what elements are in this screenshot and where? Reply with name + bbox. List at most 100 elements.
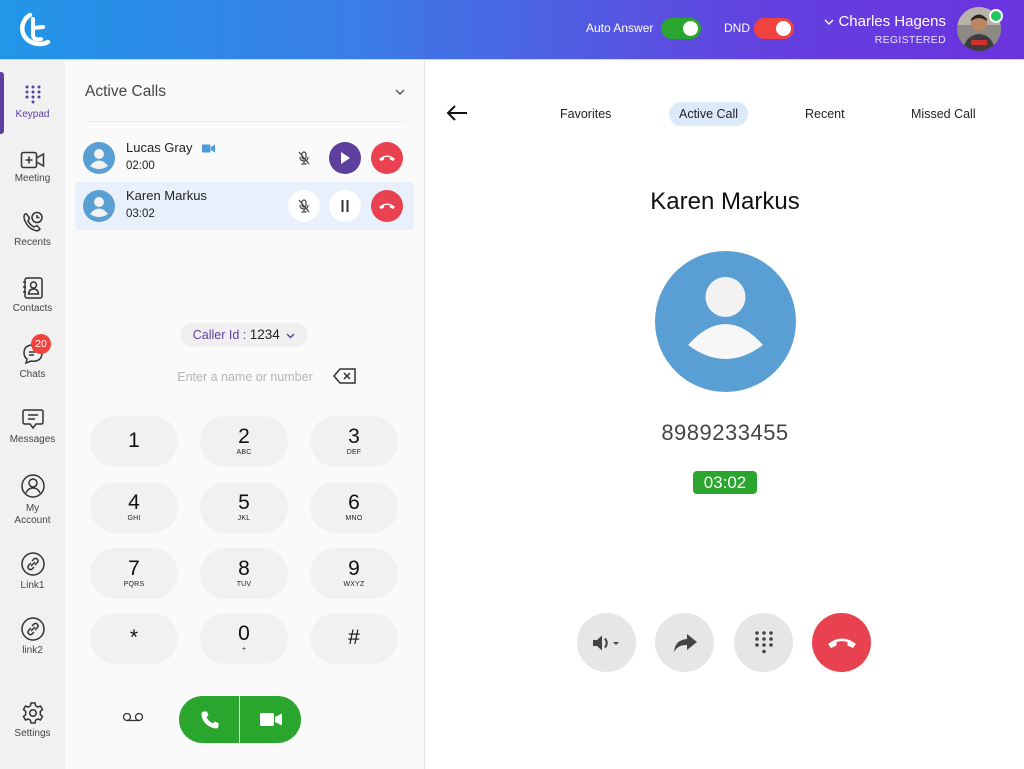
dialpad-icon [754, 630, 773, 653]
tab-favorites[interactable]: Favorites [550, 102, 621, 126]
mic-off-icon [298, 151, 310, 165]
key-letters: TUV [236, 581, 252, 588]
link-icon [20, 552, 45, 576]
keypad-key[interactable]: 2 ABC [200, 416, 288, 467]
sidebar-item-link2[interactable]: link2 [0, 616, 65, 656]
sidebar-item-keypad[interactable]: Keypad [0, 84, 65, 120]
keypad-key[interactable]: 1 [90, 416, 178, 467]
mute-button[interactable] [288, 142, 320, 174]
call-duration: 02:00 [126, 160, 155, 172]
sidebar-item-label: Messages [9, 434, 56, 445]
chevron-down-icon [824, 19, 834, 25]
call-duration: 03:02 [126, 208, 155, 220]
link-icon [20, 617, 45, 641]
keypad-key[interactable]: 3 DEF [310, 416, 398, 467]
keypad-key[interactable]: 0 + [200, 613, 288, 664]
key-letters: DEF [346, 449, 362, 456]
sidebar-item-messages[interactable]: Messages [0, 407, 65, 445]
call-contact-name: Karen Markus [126, 188, 207, 203]
auto-answer-toggle[interactable] [661, 18, 701, 39]
sidebar-item-label: Chats [19, 369, 46, 380]
key-digit: # [348, 626, 360, 649]
number-input[interactable] [155, 367, 335, 387]
dnd-label: DND [724, 21, 750, 35]
sidebar-item-label: link2 [22, 645, 43, 656]
tab-active-call[interactable]: Active Call [669, 102, 749, 126]
dnd-toggle[interactable] [754, 18, 794, 39]
hangup-button[interactable] [371, 190, 403, 222]
caller-id-label: Caller Id : [192, 328, 247, 342]
sidebar-item-link1[interactable]: Link1 [0, 551, 65, 591]
key-letters: MNO [345, 515, 363, 522]
key-digit: 3 [348, 425, 360, 448]
chevron-down-icon[interactable] [395, 89, 405, 96]
contact-avatar [83, 190, 115, 222]
backspace-icon[interactable] [333, 367, 357, 385]
call-timer: 03:02 [693, 471, 757, 494]
active-calls-title: Active Calls [85, 83, 166, 100]
back-arrow-icon[interactable] [446, 104, 468, 122]
caller-avatar [655, 251, 796, 392]
forward-call-button[interactable] [655, 613, 714, 672]
sidebar-item-contacts[interactable]: Contacts [0, 276, 65, 314]
message-icon [21, 409, 44, 430]
caller-id-select[interactable]: Caller Id : 1234 [180, 323, 308, 347]
keypad-key[interactable]: 9 WXYZ [310, 548, 398, 599]
pause-icon [341, 200, 349, 212]
sidebar: Keypad Meeting Recents Contacts 20 Chats… [0, 60, 65, 769]
active-call-item[interactable]: Lucas Gray 02:00 [75, 134, 414, 182]
sidebar-item-meeting[interactable]: Meeting [0, 150, 65, 184]
keypad-key[interactable]: * [90, 613, 178, 664]
sidebar-item-label-line2: Account [14, 515, 51, 526]
keypad-key[interactable]: 4 GHI [90, 482, 178, 533]
voicemail-icon[interactable] [122, 712, 144, 722]
sidebar-item-label: Recents [14, 237, 51, 248]
hangup-icon [827, 638, 856, 648]
video-call-button[interactable] [240, 696, 301, 743]
resume-call-button[interactable] [329, 142, 361, 174]
phone-icon [201, 711, 218, 728]
sidebar-item-chats[interactable]: 20 Chats [0, 334, 65, 380]
end-call-button[interactable] [812, 613, 871, 672]
tab-missed-call[interactable]: Missed Call [901, 102, 986, 126]
keypad-key[interactable]: # [310, 613, 398, 664]
dialpad-button[interactable] [734, 613, 793, 672]
key-letters: PQRS [123, 581, 145, 588]
audio-call-button[interactable] [179, 696, 240, 743]
key-letters: GHI [127, 515, 141, 522]
speaker-icon [592, 635, 619, 650]
app-logo[interactable] [18, 11, 56, 49]
keypad-key[interactable]: 5 JKL [200, 482, 288, 533]
contact-avatar [83, 142, 115, 174]
contact-book-icon [22, 277, 43, 299]
video-plus-icon [20, 151, 44, 169]
mute-button[interactable] [288, 190, 320, 222]
hangup-button[interactable] [371, 142, 403, 174]
sidebar-item-label: Link1 [20, 580, 45, 591]
active-call-item[interactable]: Karen Markus 03:02 [75, 182, 414, 230]
tab-recent[interactable]: Recent [795, 102, 855, 126]
key-digit: 6 [348, 491, 360, 514]
key-letters: JKL [237, 515, 251, 522]
keypad-key[interactable]: 6 MNO [310, 482, 398, 533]
chats-unread-badge: 20 [31, 334, 51, 354]
call-actions [179, 696, 301, 743]
key-digit: 7 [128, 557, 140, 580]
user-menu[interactable]: Charles Hagens [824, 13, 946, 30]
keypad-key[interactable]: 7 PQRS [90, 548, 178, 599]
sidebar-item-recents[interactable]: Recents [0, 210, 65, 248]
sidebar-item-my-account[interactable]: My Account [0, 473, 65, 527]
sidebar-item-settings[interactable]: Settings [0, 701, 65, 739]
key-digit: 0 [238, 622, 250, 645]
caller-name: Karen Markus [650, 188, 800, 215]
hangup-icon [379, 155, 395, 161]
hold-call-button[interactable] [329, 190, 361, 222]
keypad-key[interactable]: 8 TUV [200, 548, 288, 599]
keypad-icon [25, 85, 40, 104]
hangup-icon [379, 203, 395, 209]
key-digit: 2 [238, 425, 250, 448]
gear-icon [22, 702, 43, 724]
sidebar-item-label: Keypad [15, 109, 50, 120]
video-call-icon [202, 144, 216, 153]
speaker-button[interactable] [577, 613, 636, 672]
